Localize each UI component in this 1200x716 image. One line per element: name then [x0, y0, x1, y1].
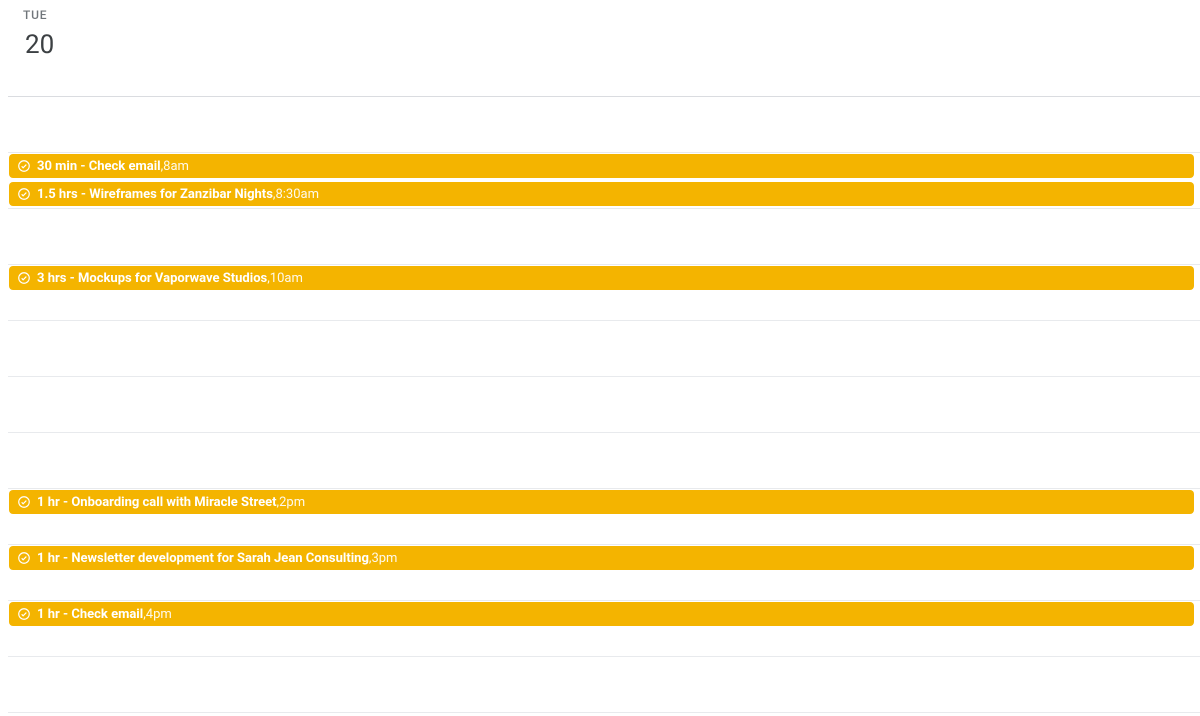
- calendar-event[interactable]: 1 hr - Onboarding call with Miracle Stre…: [9, 490, 1194, 514]
- day-number: 20: [25, 30, 1200, 60]
- event-time: 2pm: [279, 495, 305, 510]
- hour-row: [8, 97, 1200, 153]
- event-time: 3pm: [371, 551, 397, 566]
- event-time: 4pm: [146, 607, 172, 622]
- event-title: 1 hr - Newsletter development for Sarah …: [37, 551, 369, 566]
- calendar-event[interactable]: 30 min - Check email, 8am: [9, 154, 1194, 178]
- event-title: 1 hr - Onboarding call with Miracle Stre…: [37, 495, 277, 510]
- calendar-event[interactable]: 1.5 hrs - Wireframes for Zanzibar Nights…: [9, 182, 1194, 206]
- check-circle-icon: [17, 271, 31, 285]
- hour-row: [8, 377, 1200, 433]
- event-title: 1 hr - Check email: [37, 607, 143, 622]
- event-time: 8:30am: [275, 187, 319, 202]
- check-circle-icon: [17, 159, 31, 173]
- calendar-event[interactable]: 1 hr - Newsletter development for Sarah …: [9, 546, 1194, 570]
- day-of-week-label: TUE: [23, 8, 1200, 22]
- check-circle-icon: [17, 495, 31, 509]
- check-circle-icon: [17, 607, 31, 621]
- event-title: 3 hrs - Mockups for Vaporwave Studios: [37, 271, 267, 286]
- calendar-day-header: TUE 20: [0, 0, 1200, 96]
- check-circle-icon: [17, 551, 31, 565]
- calendar-day-grid[interactable]: 30 min - Check email, 8am 1.5 hrs - Wiref…: [8, 96, 1200, 716]
- hour-row: [8, 321, 1200, 377]
- calendar-event[interactable]: 3 hrs - Mockups for Vaporwave Studios, 1…: [9, 266, 1194, 290]
- event-time: 8am: [163, 159, 189, 174]
- check-circle-icon: [17, 187, 31, 201]
- event-title: 1.5 hrs - Wireframes for Zanzibar Nights: [37, 187, 273, 202]
- calendar-event[interactable]: 1 hr - Check email, 4pm: [9, 602, 1194, 626]
- hour-row: [8, 657, 1200, 713]
- event-title: 30 min - Check email: [37, 159, 161, 174]
- hour-row: [8, 209, 1200, 265]
- hour-row: [8, 433, 1200, 489]
- event-time: 10am: [270, 271, 303, 286]
